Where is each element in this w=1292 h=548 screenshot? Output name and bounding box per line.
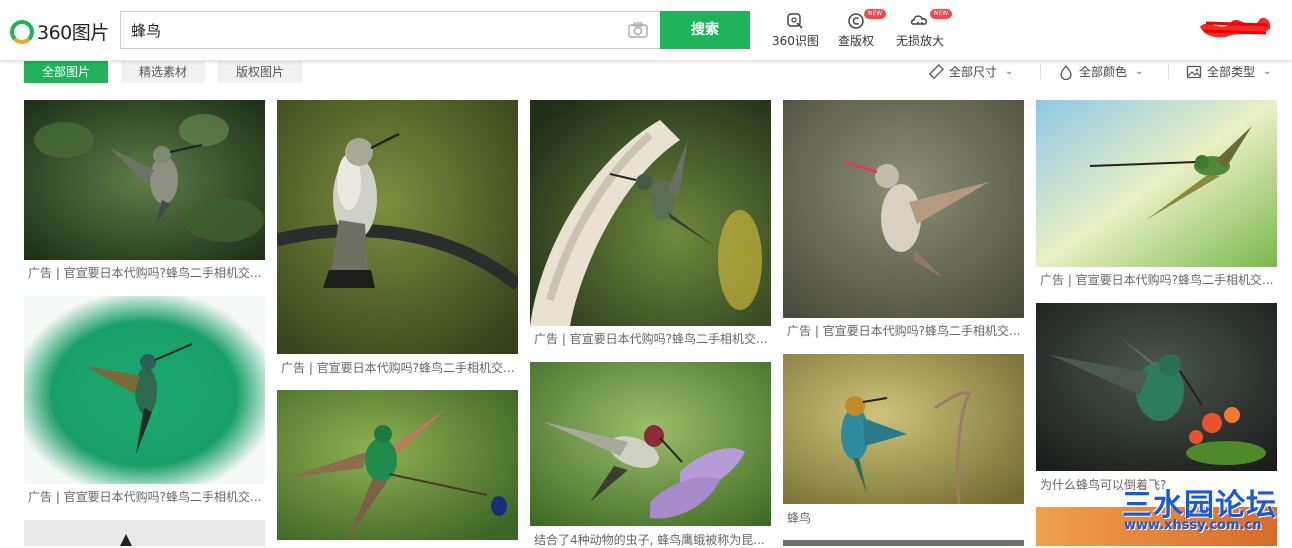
image-result-hummingbird[interactable]	[1036, 303, 1277, 471]
image-caption[interactable]: 蜂鸟	[787, 509, 1028, 526]
image-caption[interactable]: 广告 | 官宣要日本代购吗?蜂鸟二手相机交...	[1040, 271, 1281, 288]
user-account-redacted[interactable]	[1198, 13, 1274, 39]
filter-color[interactable]: 全部颜色 ⌄	[1058, 63, 1143, 80]
hummingbird-photo	[530, 362, 771, 526]
site-logo[interactable]: 360图片	[10, 18, 109, 45]
watermark-url: www.xhssy.com.cn	[1124, 518, 1262, 533]
image-caption[interactable]: 广告 | 官宣要日本代购吗?蜂鸟二手相机交...	[787, 322, 1028, 339]
tab-all-images[interactable]: 全部图片	[24, 61, 109, 83]
search-input[interactable]	[131, 20, 611, 40]
hummingbird-photo	[1036, 303, 1277, 471]
hummingbird-photo	[530, 100, 771, 326]
search-box	[120, 11, 660, 49]
chevron-down-icon: ⌄	[1263, 66, 1272, 77]
image-caption[interactable]: 广告 | 官宣要日本代购吗?蜂鸟二手相机交...	[28, 488, 269, 505]
filter-size[interactable]: 全部尺寸 ⌄	[928, 63, 1013, 80]
tab-copyright-images[interactable]: 版权图片	[218, 61, 303, 83]
tool-label: 查版权	[838, 34, 875, 48]
filter-type[interactable]: 全部类型 ⌄	[1186, 63, 1271, 80]
hummingbird-photo	[1036, 100, 1277, 267]
tool-lossless-upscale[interactable]: 无损放大 NEW	[896, 9, 953, 49]
hummingbird-photo	[24, 296, 265, 484]
tool-label: 无损放大	[896, 34, 945, 48]
tab-curated-assets[interactable]: 精选素材	[121, 61, 206, 83]
tool-image-recognition[interactable]: 360识图	[772, 12, 819, 49]
new-badge: NEW	[930, 9, 953, 19]
color-drop-icon	[1060, 64, 1072, 80]
image-result-hummingbird[interactable]	[24, 100, 265, 260]
image-result-hummingbird[interactable]	[530, 362, 771, 526]
copyright-icon	[848, 13, 864, 29]
image-result-bee-eater[interactable]	[783, 354, 1024, 504]
result-tabs: 全部图片 精选素材 版权图片	[24, 61, 315, 83]
logo-mark-icon	[10, 19, 34, 44]
new-badge: NEW	[864, 9, 887, 19]
image-result-hummingbird[interactable]	[277, 100, 518, 354]
hummingbird-photo	[24, 100, 265, 260]
search-button[interactable]: 搜索	[660, 11, 750, 49]
filter-type-label: 全部类型	[1207, 65, 1256, 79]
image-caption[interactable]: 结合了4种动物的虫子, 蜂鸟鹰蛾被称为昆...	[534, 531, 775, 548]
hummingbird-photo	[783, 100, 1024, 318]
image-result-hummingbird[interactable]	[1036, 100, 1277, 267]
image-result-hummingbird[interactable]	[24, 296, 265, 484]
image-search-icon	[787, 13, 804, 29]
top-header: 360图片 搜索 360识图 查版权 NEW 无损放大 NEW	[0, 0, 1292, 60]
hummingbird-photo	[277, 100, 518, 354]
bee-eater-photo	[783, 354, 1024, 504]
tool-copyright-check[interactable]: 查版权 NEW	[838, 9, 887, 49]
hummingbird-photo	[277, 390, 518, 540]
tool-label: 360识图	[772, 34, 819, 48]
image-result-hummingbird[interactable]	[530, 100, 771, 326]
image-caption[interactable]: 广告 | 官宣要日本代购吗?蜂鸟二手相机交...	[281, 359, 522, 376]
camera-icon[interactable]	[628, 22, 648, 38]
image-result-hummingbird[interactable]	[277, 390, 518, 540]
image-result-partial[interactable]	[783, 540, 1024, 546]
chevron-down-icon: ⌄	[1135, 66, 1144, 77]
upscale-icon	[910, 15, 928, 25]
image-result-hummingbird[interactable]	[783, 100, 1024, 318]
filter-divider	[1168, 64, 1169, 80]
filter-size-label: 全部尺寸	[949, 65, 998, 79]
filter-divider	[1040, 64, 1041, 80]
image-caption[interactable]: 广告 | 官宣要日本代购吗?蜂鸟二手相机交...	[534, 330, 775, 347]
hummingbird-photo	[120, 534, 132, 546]
image-type-icon	[1186, 65, 1202, 78]
image-caption[interactable]: 广告 | 官宣要日本代购吗?蜂鸟二手相机交...	[28, 264, 269, 281]
ruler-icon	[928, 63, 944, 79]
filter-color-label: 全部颜色	[1079, 65, 1128, 79]
logo-text: 360图片	[37, 22, 109, 44]
image-result-partial[interactable]	[24, 520, 265, 546]
chevron-down-icon: ⌄	[1005, 66, 1014, 77]
